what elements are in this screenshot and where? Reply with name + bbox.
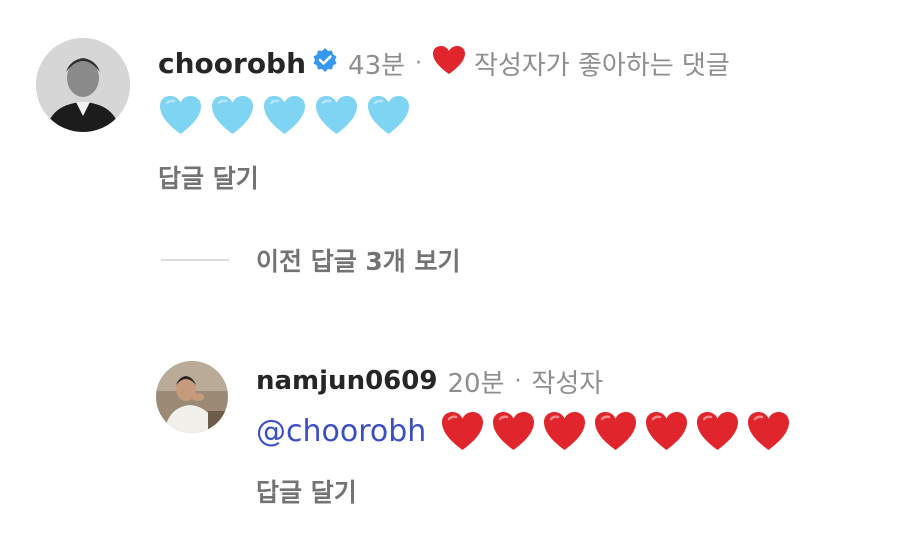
author-liked-label: 작성자가 좋아하는 댓글 <box>474 50 730 81</box>
reply-button[interactable]: 답글 달기 <box>256 473 357 509</box>
light-blue-heart-icon <box>314 94 359 136</box>
reply-hearts <box>440 410 791 452</box>
reply-avatar[interactable] <box>156 361 228 433</box>
view-previous-replies-row: 이전 답글 3개 보기 <box>256 242 461 278</box>
reply-actions: 답글 달기 <box>256 474 357 508</box>
red-heart-icon <box>593 410 638 452</box>
avatar[interactable] <box>36 38 130 132</box>
author-label: 작성자 <box>531 368 604 399</box>
red-heart-icon <box>491 410 536 452</box>
red-heart-icon <box>746 410 791 452</box>
red-heart-icon <box>695 410 740 452</box>
comment-actions: 답글 달기 <box>158 160 259 194</box>
comment-header: choorobh 43분 · 작성자가 좋아하는 댓글 <box>158 45 730 82</box>
comment-thread: choorobh 43분 · 작성자가 좋아하는 댓글 답글 달기 이전 답글 … <box>0 0 915 549</box>
view-previous-replies-button[interactable]: 이전 답글 3개 보기 <box>256 242 461 278</box>
light-blue-heart-icon <box>210 94 255 136</box>
reply-header: namjun0609 20분 · 작성자 <box>256 364 604 399</box>
verified-badge-icon <box>312 47 338 80</box>
reply-body: @choorobh <box>256 408 791 454</box>
red-heart-icon <box>440 410 485 452</box>
reply-button[interactable]: 답글 달기 <box>158 159 259 195</box>
red-heart-icon <box>542 410 587 452</box>
light-blue-heart-icon <box>366 94 411 136</box>
reply-time: 20분 <box>447 368 505 399</box>
separator-dot: · <box>514 368 522 394</box>
reply-username[interactable]: namjun0609 <box>256 366 437 396</box>
red-heart-icon <box>644 410 689 452</box>
comment-time: 43분 <box>348 50 406 81</box>
separator-dot: · <box>415 50 423 76</box>
comment-body <box>158 92 411 138</box>
replies-divider <box>161 259 229 261</box>
light-blue-heart-icon <box>262 94 307 136</box>
mention-link[interactable]: @choorobh <box>256 414 426 449</box>
comment-username[interactable]: choorobh <box>158 47 306 80</box>
light-blue-heart-icon <box>158 94 203 136</box>
red-heart-icon <box>432 45 466 82</box>
